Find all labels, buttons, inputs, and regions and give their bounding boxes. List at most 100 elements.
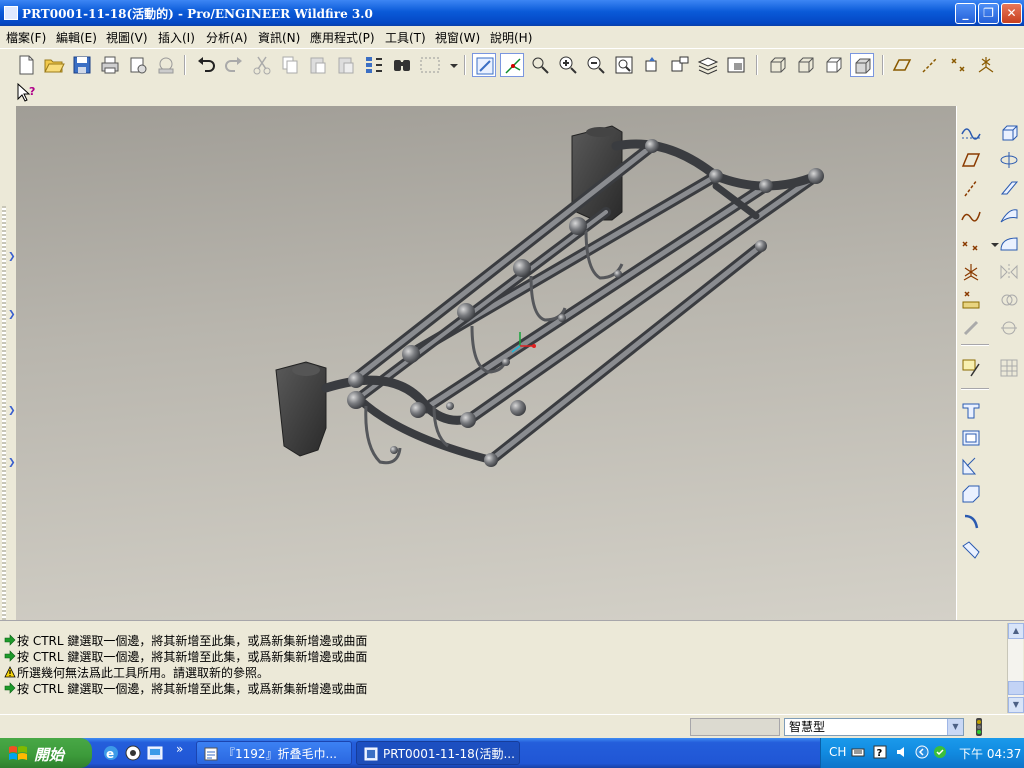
expand-arrow-icon[interactable]: ❯ [8, 406, 16, 416]
hole-icon[interactable] [959, 398, 983, 422]
menu-help[interactable]: 說明(H) [490, 29, 532, 46]
network-arrow-icon[interactable] [915, 745, 929, 759]
cut-icon[interactable] [250, 53, 274, 77]
menu-view[interactable]: 視圖(V) [106, 29, 148, 46]
scroll-up-icon[interactable]: ▲ [1008, 623, 1024, 639]
undo-icon[interactable] [194, 53, 218, 77]
close-button[interactable]: ✕ [1001, 3, 1022, 24]
scroll-down-icon[interactable]: ▼ [1008, 697, 1024, 713]
scroll-thumb[interactable] [1008, 681, 1024, 695]
reorient-icon[interactable] [640, 53, 664, 77]
wireframe-icon[interactable] [766, 53, 790, 77]
regenerate-icon[interactable] [362, 53, 386, 77]
context-help-icon[interactable]: ? [14, 81, 38, 105]
boundary-blend-icon[interactable] [997, 232, 1021, 256]
maximize-button[interactable]: ❐ [978, 3, 999, 24]
datum-point-tool-icon[interactable] [959, 232, 983, 256]
datum-plane-tool-icon[interactable] [959, 148, 983, 172]
menu-bar: 檔案(F) 編輯(E) 視圖(V) 插入(I) 分析(A) 資訊(N) 應用程式… [0, 26, 1024, 46]
show-desktop-icon[interactable] [146, 744, 164, 762]
chevron-down-icon[interactable]: ▼ [947, 719, 963, 735]
zoom-in-icon[interactable] [556, 53, 580, 77]
language-indicator[interactable]: CH [829, 745, 846, 759]
new-file-icon[interactable] [14, 53, 38, 77]
draft-icon[interactable] [959, 482, 983, 506]
mirror-icon[interactable] [997, 260, 1021, 284]
redo-icon[interactable] [222, 53, 246, 77]
saved-views-icon[interactable] [668, 53, 692, 77]
trim-icon[interactable] [997, 316, 1021, 340]
no-hidden-icon[interactable] [822, 53, 846, 77]
graphics-viewport[interactable] [16, 106, 956, 620]
sketch-curve-icon[interactable] [959, 120, 983, 144]
layers-icon[interactable] [696, 53, 720, 77]
open-folder-icon[interactable] [42, 53, 66, 77]
quicklaunch-expand[interactable]: » [176, 742, 183, 756]
analysis-feature-icon[interactable] [959, 288, 983, 312]
orient-mode-icon[interactable] [528, 53, 552, 77]
print-icon[interactable] [98, 53, 122, 77]
menu-window[interactable]: 視窗(W) [435, 29, 480, 46]
rib-icon[interactable] [959, 454, 983, 478]
volume-icon[interactable] [895, 745, 909, 759]
revolve-icon[interactable] [997, 148, 1021, 172]
round-icon[interactable] [959, 510, 983, 534]
selection-dropdown-icon[interactable] [442, 53, 458, 77]
messenger-icon[interactable] [933, 745, 947, 759]
point-dropdown-icon[interactable] [983, 232, 999, 256]
shading-icon[interactable] [850, 53, 874, 77]
menu-tools[interactable]: 工具(T) [385, 29, 426, 46]
sketched-datum-icon[interactable] [959, 316, 983, 340]
datum-planes-icon[interactable] [890, 53, 914, 77]
menu-analysis[interactable]: 分析(A) [206, 29, 248, 46]
send-link-icon[interactable] [154, 53, 178, 77]
selection-filter-select[interactable]: 智慧型 ▼ [784, 718, 964, 736]
start-button[interactable]: 開始 [0, 738, 92, 768]
datum-curve-tool-icon[interactable] [959, 204, 983, 228]
blend-icon[interactable] [997, 204, 1021, 228]
hidden-line-icon[interactable] [794, 53, 818, 77]
sweep-icon[interactable] [997, 176, 1021, 200]
grid-icon[interactable] [997, 356, 1021, 380]
app-icon [4, 6, 18, 20]
datum-points-icon[interactable] [946, 53, 970, 77]
menu-info[interactable]: 資訊(N) [258, 29, 300, 46]
media-player-icon[interactable] [124, 744, 142, 762]
repaint-icon[interactable] [472, 53, 496, 77]
copy-icon[interactable] [278, 53, 302, 77]
refit-icon[interactable] [612, 53, 636, 77]
expand-arrow-icon[interactable]: ❯ [8, 458, 16, 468]
expand-arrow-icon[interactable]: ❯ [8, 310, 16, 320]
paste-icon[interactable] [306, 53, 330, 77]
datum-csys-tool-icon[interactable] [959, 260, 983, 284]
menu-file[interactable]: 檔案(F) [6, 29, 46, 46]
internet-explorer-icon[interactable]: e [102, 744, 120, 762]
message-text: 按 CTRL 鍵選取一個邊，將其新增至此集，或爲新集新增邊或曲面 [17, 634, 368, 648]
menu-applications[interactable]: 應用程式(P) [310, 29, 375, 46]
help-icon[interactable]: ? [873, 745, 887, 759]
datum-axis-tool-icon[interactable] [959, 176, 983, 200]
selection-box-icon[interactable] [418, 53, 442, 77]
save-icon[interactable] [70, 53, 94, 77]
coordinate-systems-icon[interactable] [974, 53, 998, 77]
shell-icon[interactable] [959, 426, 983, 450]
menu-edit[interactable]: 編輯(E) [56, 29, 97, 46]
taskbar-item-towel-doc[interactable]: 『1192』折叠毛巾... [196, 741, 352, 765]
chamfer-icon[interactable] [959, 538, 983, 562]
paste-special-icon[interactable] [334, 53, 358, 77]
zoom-out-icon[interactable] [584, 53, 608, 77]
sketch-icon[interactable] [959, 356, 983, 380]
message-scrollbar[interactable]: ▲ ▼ [1007, 623, 1024, 713]
menu-insert[interactable]: 插入(I) [158, 29, 195, 46]
merge-icon[interactable] [997, 288, 1021, 312]
keyboard-icon[interactable] [851, 745, 865, 759]
minimize-button[interactable]: _ [955, 3, 976, 24]
expand-arrow-icon[interactable]: ❯ [8, 252, 16, 262]
extrude-icon[interactable] [997, 120, 1021, 144]
taskbar-item-proengineer[interactable]: PRT0001-11-18(活動... [356, 741, 520, 765]
find-icon[interactable] [390, 53, 414, 77]
spin-center-icon[interactable] [500, 53, 524, 77]
send-mail-icon[interactable] [126, 53, 150, 77]
view-manager-icon[interactable] [724, 53, 748, 77]
datum-axes-icon[interactable] [918, 53, 942, 77]
